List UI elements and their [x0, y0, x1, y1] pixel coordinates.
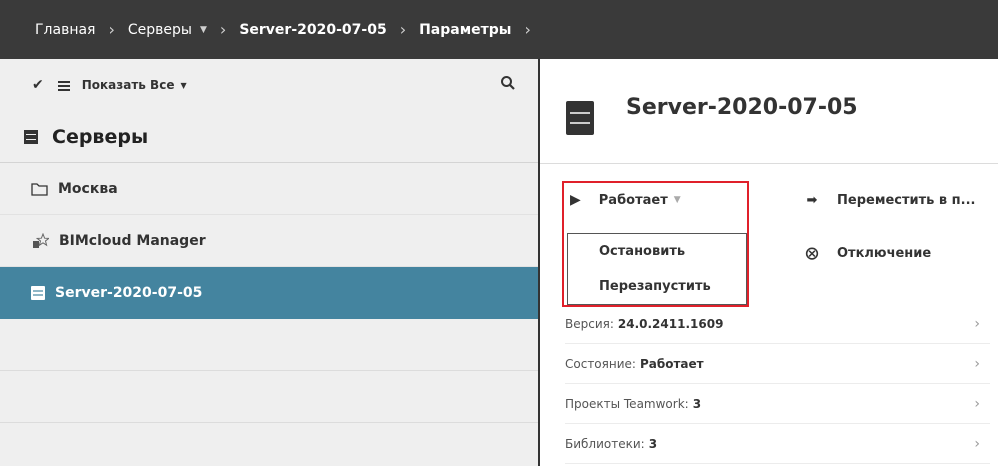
chevron-right-icon: › — [524, 20, 531, 39]
chevron-right-icon: › — [974, 316, 980, 332]
divider — [0, 422, 538, 423]
info-value: Работает — [639, 357, 704, 371]
chevron-right-icon: › — [399, 20, 407, 39]
server-icon — [31, 286, 45, 300]
tree-item-moscow[interactable]: Москва — [0, 163, 538, 215]
caret-down-icon[interactable]: ▼ — [200, 25, 207, 35]
move-button[interactable]: ➡ Переместить в п... — [805, 193, 976, 208]
info-row-state[interactable]: Состояние: Работает › — [565, 345, 990, 384]
divider — [0, 370, 538, 371]
breadcrumb-home[interactable]: Главная — [35, 22, 95, 38]
tree-item-bimcloud-manager[interactable]: BIMcloud Manager — [0, 215, 538, 267]
info-label: Версия: — [565, 317, 614, 331]
info-label: Библиотеки: — [565, 437, 645, 451]
info-value: 3 — [692, 397, 702, 411]
search-icon[interactable] — [500, 75, 516, 91]
tree-item-server[interactable]: Server-2020-07-05 — [0, 267, 538, 319]
info-row-version[interactable]: Версия: 24.0.2411.1609 › — [565, 305, 990, 344]
page-title: Server-2020-07-05 — [626, 95, 858, 120]
info-label: Проекты Teamwork: — [565, 397, 689, 411]
section-title: Серверы — [0, 111, 538, 163]
divider — [540, 163, 998, 164]
chevron-right-icon: › — [219, 20, 227, 39]
show-all-button[interactable]: Показать Все — [82, 78, 175, 92]
servers-panel: ✔ Показать Все ▼ Серверы Москва BIMcloud… — [0, 59, 538, 466]
arrow-right-icon: ➡ — [806, 193, 818, 208]
check-icon[interactable]: ✔ — [32, 77, 44, 93]
list-icon[interactable] — [57, 80, 70, 91]
chevron-right-icon: › — [974, 436, 980, 452]
chevron-right-icon: › — [974, 396, 980, 412]
chevron-right-icon: › — [974, 356, 980, 372]
server-icon — [566, 101, 594, 135]
tree-toolbar: ✔ Показать Все ▼ — [0, 59, 538, 111]
tree-item-label: Server-2020-07-05 — [55, 285, 203, 301]
info-row-libraries[interactable]: Библиотеки: 3 › — [565, 425, 990, 464]
disconnect-icon: ⨂ — [805, 246, 819, 261]
server-icon — [24, 129, 38, 144]
caret-down-icon[interactable]: ▼ — [180, 81, 186, 90]
section-title-label: Серверы — [52, 125, 149, 148]
move-label: Переместить в п... — [837, 193, 976, 208]
folder-icon — [31, 182, 48, 196]
highlight-box — [562, 181, 749, 307]
breadcrumb: Главная › Серверы ▼ › Server-2020-07-05 … — [0, 0, 998, 59]
info-row-projects[interactable]: Проекты Teamwork: 3 › — [565, 385, 990, 424]
disconnect-label: Отключение — [837, 246, 932, 261]
tree-item-label: BIMcloud Manager — [59, 232, 206, 249]
tree-item-label: Москва — [58, 180, 118, 197]
info-label: Состояние: — [565, 357, 636, 371]
info-value: 3 — [648, 437, 658, 451]
manager-icon — [33, 232, 49, 248]
breadcrumb-params[interactable]: Параметры — [419, 22, 511, 38]
chevron-right-icon: › — [108, 20, 115, 39]
breadcrumb-server[interactable]: Server-2020-07-05 — [239, 22, 386, 38]
disconnect-button[interactable]: ⨂ Отключение — [805, 246, 932, 261]
breadcrumb-servers[interactable]: Серверы — [128, 22, 192, 38]
info-value: 24.0.2411.1609 — [617, 317, 724, 331]
